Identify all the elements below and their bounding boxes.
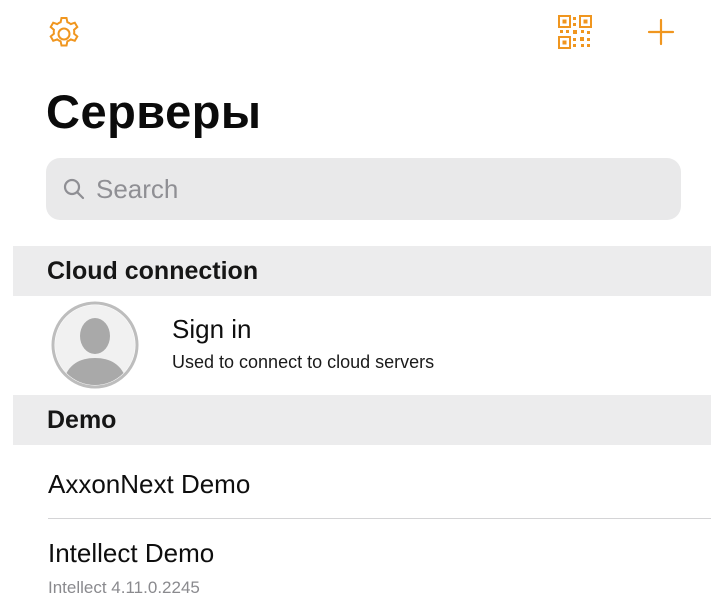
- sign-in-title: Sign in: [172, 314, 252, 344]
- gear-icon: [49, 17, 79, 47]
- search-icon: [63, 178, 85, 200]
- qr-code-icon: [558, 15, 592, 49]
- server-name: AxxonNext Demo: [48, 469, 251, 499]
- top-toolbar: [0, 0, 711, 70]
- row-divider: [48, 518, 711, 519]
- user-avatar-icon: [51, 301, 139, 389]
- server-row-axxonnext-demo[interactable]: AxxonNext Demo: [0, 445, 711, 519]
- section-header-cloud: Cloud connection: [13, 246, 711, 296]
- qr-scan-button[interactable]: [557, 14, 593, 50]
- servers-screen: Серверы Cloud connection Sign in Used to…: [0, 0, 711, 596]
- plus-icon: [647, 18, 675, 46]
- server-version: Intellect 4.11.0.2245: [48, 578, 200, 596]
- sign-in-row[interactable]: Sign in Used to connect to cloud servers: [0, 296, 711, 395]
- section-header-label: Demo: [47, 405, 117, 434]
- page-title: Серверы: [46, 85, 262, 138]
- add-server-button[interactable]: [643, 14, 679, 50]
- search-input[interactable]: [94, 172, 658, 206]
- sign-in-subtitle: Used to connect to cloud servers: [172, 352, 435, 372]
- server-row-intellect-demo[interactable]: Intellect Demo Intellect 4.11.0.2245: [0, 520, 711, 596]
- section-header-demo: Demo: [13, 395, 711, 445]
- server-name: Intellect Demo: [48, 538, 215, 568]
- section-header-label: Cloud connection: [47, 256, 259, 285]
- search-bar[interactable]: [46, 158, 681, 220]
- settings-button[interactable]: [44, 14, 84, 54]
